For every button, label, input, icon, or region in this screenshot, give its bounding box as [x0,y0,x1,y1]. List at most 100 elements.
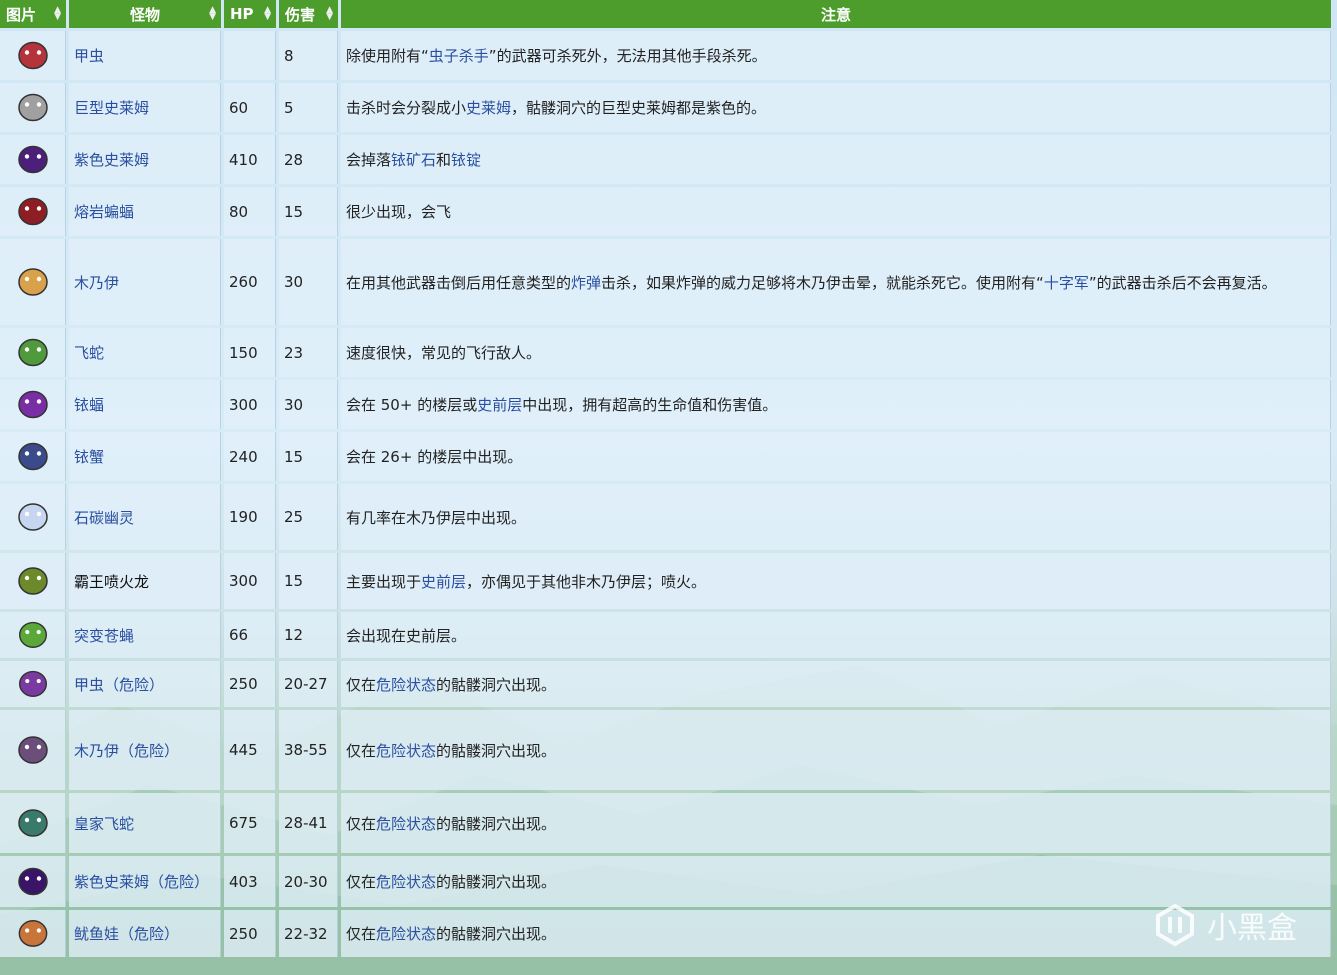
monster-image-cell [0,31,66,80]
note-text: 会出现在史前层。 [346,626,467,645]
monster-name-link[interactable]: 紫色史莱姆 [74,151,149,169]
monster-name-link[interactable]: 熔岩蝙蝠 [74,203,134,221]
damage-cell: 12 [279,612,338,658]
notes-cell: 会在 50+ 的楼层或史前层中出现，拥有超高的生命值和伤害值。 [341,380,1331,429]
note-text: ，亦偶见于其他非木乃伊层；喷火。 [466,572,707,591]
table-row: 巨型史莱姆 60 5 击杀时会分裂成小史莱姆，骷髅洞穴的巨型史莱姆都是紫色的。 [0,83,1331,132]
monster-name-link[interactable]: 甲虫（危险） [74,676,164,694]
damage-cell: 28 [279,135,338,184]
monster-name-link[interactable]: 飞蛇 [74,344,104,362]
hp-cell: 150 [224,328,276,377]
monster-name-link[interactable]: 铱蟹 [74,448,104,466]
watermark: 小黑盒 [1153,903,1297,947]
column-header-hp[interactable]: HP ▲ ▼ [224,0,276,28]
hp-cell: 260 [224,239,276,325]
table-row: 铱蟹 240 15 会在 26+ 的楼层中出现。 [0,432,1331,481]
note-link[interactable]: 史前层 [421,573,466,591]
monster-name-cell: 皇家飞蛇 [69,793,221,853]
gray-slime-icon [17,93,48,122]
note-link[interactable]: 炸弹 [571,274,601,292]
note-text: ”的武器可杀死外，无法用其他手段杀死。 [488,47,767,65]
monster-image-cell [0,910,66,957]
monster-image-cell [0,135,66,184]
column-header-damage[interactable]: 伤害 ▲ ▼ [279,0,338,28]
column-header-notes[interactable]: 注意 [341,0,1331,28]
damage-cell: 8 [279,31,338,80]
monster-name-cell: 甲虫 [69,31,221,80]
note-link[interactable]: 史莱姆 [466,99,511,117]
note-text: 仅在 [346,925,377,943]
sort-icon[interactable]: ▲ ▼ [54,6,61,22]
monster-name-link[interactable]: 突变苍蝇 [74,627,134,645]
monster-image-cell [0,553,66,609]
notes-cell: 会在 26+ 的楼层中出现。 [341,432,1331,481]
note-link[interactable]: 十字军 [1044,274,1089,292]
sort-icon[interactable]: ▲ ▼ [264,6,271,22]
note-link[interactable]: 铱锭 [451,151,481,169]
notes-cell: 在用其他武器击倒后用任意类型的炸弹击杀，如果炸弹的威力足够将木乃伊击晕，就能杀死… [341,239,1331,325]
monster-image-cell [0,612,66,658]
damage-cell: 15 [279,432,338,481]
monster-name-cell: 突变苍蝇 [69,612,221,658]
monster-name-link[interactable]: 巨型史莱姆 [74,99,149,117]
notes-cell: 除使用附有“虫子杀手”的武器可杀死外，无法用其他手段杀死。 [341,31,1331,80]
monster-name-link[interactable]: 木乃伊（危险） [74,742,179,760]
monster-name-link[interactable]: 甲虫 [74,47,104,65]
hp-cell: 300 [224,553,276,609]
iridium-bat-icon [17,390,48,419]
monster-name-link[interactable]: 木乃伊 [74,274,119,292]
serpent-icon [17,338,48,367]
heybox-logo-icon [1156,903,1194,947]
note-text: ”的武器击杀后不会再复活。 [1088,273,1277,292]
table-row: 铱蝠 300 30 会在 50+ 的楼层或史前层中出现，拥有超高的生命值和伤害值。 [0,380,1331,429]
note-text: 击杀时会分裂成小 [346,99,467,117]
note-text: 仅在 [346,741,377,760]
notes-cell: 仅在危险状态的骷髅洞穴出现。 [341,856,1331,907]
notes-cell: 击杀时会分裂成小史莱姆，骷髅洞穴的巨型史莱姆都是紫色的。 [341,83,1331,132]
monster-name-link[interactable]: 铱蝠 [74,396,104,414]
monster-name-link[interactable]: 石碳幽灵 [74,509,134,527]
monster-name-link[interactable]: 霸王喷火龙 [74,573,149,591]
note-text: 会在 26+ 的楼层中出现。 [346,448,523,466]
sort-icon[interactable]: ▲ ▼ [209,6,216,22]
note-text: 速度很快，常见的飞行敌人。 [346,344,542,362]
monster-name-cell: 铱蟹 [69,432,221,481]
monster-name-cell: 木乃伊 [69,239,221,325]
column-header-image[interactable]: 图片 ▲ ▼ [0,0,66,28]
monster-image-cell [0,710,66,790]
hp-cell: 80 [224,187,276,236]
note-link[interactable]: 危险状态 [376,676,436,694]
monster-name-link[interactable]: 鱿鱼娃（危险） [74,925,179,943]
monster-name-cell: 飞蛇 [69,328,221,377]
monster-name-link[interactable]: 紫色史莱姆（危险） [74,873,209,891]
mummy-icon [17,268,48,296]
table-row: 木乃伊 260 30 在用其他武器击倒后用任意类型的炸弹击杀，如果炸弹的威力足够将木乃… [0,239,1331,325]
note-link[interactable]: 铱矿石 [391,151,436,169]
note-text: 仅在 [346,675,377,694]
damage-cell: 25 [279,484,338,550]
note-link[interactable]: 危险状态 [376,873,436,891]
column-header-monster[interactable]: 怪物 ▲ ▼ [69,0,221,28]
monster-name-cell: 石碳幽灵 [69,484,221,550]
monster-image-cell [0,380,66,429]
monster-name-link[interactable]: 皇家飞蛇 [74,815,134,833]
sort-icon[interactable]: ▲ ▼ [326,6,333,22]
note-link[interactable]: 危险状态 [376,925,436,943]
table-row: 突变苍蝇 66 12 会出现在史前层。 [0,612,1331,658]
note-link[interactable]: 危险状态 [376,815,436,833]
note-text: 会在 50+ 的楼层或 [346,396,478,414]
monster-name-cell: 甲虫（危险） [69,661,221,707]
notes-cell: 主要出现于史前层，亦偶见于其他非木乃伊层；喷火。 [341,553,1331,609]
note-text: ，骷髅洞穴的巨型史莱姆都是紫色的。 [511,99,767,117]
hp-cell: 403 [224,856,276,907]
note-text: 的骷髅洞穴出现。 [436,675,557,694]
monster-name-cell: 熔岩蝙蝠 [69,187,221,236]
note-link[interactable]: 危险状态 [376,742,436,760]
damage-cell: 30 [279,380,338,429]
hp-cell: 66 [224,612,276,658]
note-link[interactable]: 虫子杀手 [429,47,489,65]
table-row: 石碳幽灵 190 25 有几率在木乃伊层中出现。 [0,484,1331,550]
squid-kid-icon [18,920,47,947]
note-link[interactable]: 史前层 [477,396,522,414]
damage-cell: 5 [279,83,338,132]
